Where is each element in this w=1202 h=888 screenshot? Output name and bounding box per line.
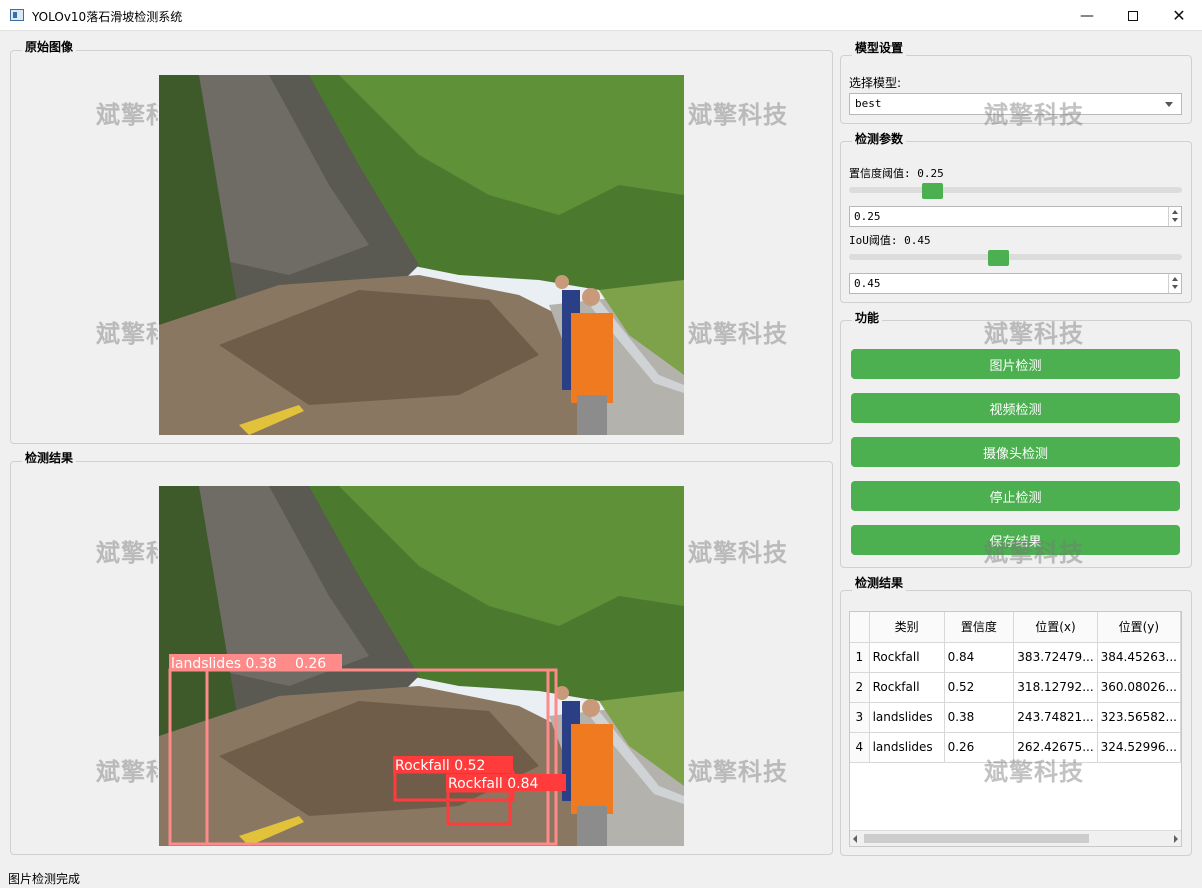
- minimize-button[interactable]: —: [1064, 0, 1110, 31]
- model-select-label: 选择模型:: [849, 76, 902, 90]
- iou-slider-handle[interactable]: [988, 250, 1010, 266]
- cell-class[interactable]: landslides: [869, 702, 945, 733]
- conf-spinbox[interactable]: 0.25: [849, 206, 1182, 227]
- stop-detect-button[interactable]: 停止检测: [851, 481, 1180, 511]
- save-results-button[interactable]: 保存结果: [851, 525, 1180, 555]
- iou-spinbox-value: 0.45: [854, 277, 881, 290]
- row-number[interactable]: 1: [850, 642, 870, 673]
- column-header-y[interactable]: 位置(y): [1097, 612, 1181, 643]
- conf-slider-handle[interactable]: [921, 183, 943, 199]
- video-detect-button[interactable]: 视频检测: [851, 393, 1180, 423]
- table-row[interactable]: 3 landslides 0.38 243.74821... 323.56582…: [850, 702, 1181, 733]
- cell-x[interactable]: 262.42675...: [1013, 732, 1098, 763]
- cell-confidence[interactable]: 0.38: [944, 702, 1015, 733]
- cell-x[interactable]: 243.74821...: [1013, 702, 1098, 733]
- result-image-title: 检测结果: [22, 449, 77, 466]
- table-row[interactable]: 4 landslides 0.26 262.42675... 324.52996…: [850, 732, 1181, 763]
- detection-label-rockfall-084: Rockfall 0.84: [448, 776, 538, 792]
- status-text: 图片检测完成: [8, 872, 81, 886]
- cell-confidence[interactable]: 0.52: [944, 672, 1015, 703]
- scrollbar-thumb[interactable]: [864, 834, 1089, 843]
- detection-label-landslides-026: 0.26: [295, 656, 326, 672]
- cell-y[interactable]: 323.56582...: [1097, 702, 1181, 733]
- iou-slider-track[interactable]: [849, 254, 1182, 260]
- cell-confidence[interactable]: 0.26: [944, 732, 1015, 763]
- spin-up-icon[interactable]: [1172, 210, 1178, 214]
- spin-down-icon[interactable]: [1172, 285, 1178, 289]
- column-header-class[interactable]: 类别: [869, 612, 945, 643]
- table-horizontal-scrollbar[interactable]: [850, 830, 1181, 846]
- conf-slider-track[interactable]: [849, 187, 1182, 193]
- original-image-title: 原始图像: [22, 38, 77, 55]
- conf-threshold-label: 置信度阈值: 0.25: [849, 167, 944, 180]
- scroll-right-icon[interactable]: [1174, 835, 1178, 843]
- chevron-down-icon: [1165, 102, 1173, 107]
- iou-spinbox-buttons[interactable]: [1168, 274, 1181, 293]
- table-header-row: 类别 置信度 位置(x) 位置(y): [850, 612, 1181, 643]
- result-image: landslides 0.38 0.26 Rockfall 0.52 Rockf…: [159, 486, 684, 846]
- original-image: [159, 75, 684, 435]
- cell-class[interactable]: Rockfall: [869, 672, 945, 703]
- column-header-x[interactable]: 位置(x): [1013, 612, 1098, 643]
- iou-threshold-label: IoU阈值: 0.45: [849, 234, 931, 247]
- scroll-left-icon[interactable]: [853, 835, 857, 843]
- column-header-confidence[interactable]: 置信度: [944, 612, 1015, 643]
- close-button[interactable]: ✕: [1156, 0, 1202, 31]
- table-row[interactable]: 1 Rockfall 0.84 383.72479... 384.45263..…: [850, 642, 1181, 673]
- spin-down-icon[interactable]: [1172, 218, 1178, 222]
- close-icon: ✕: [1172, 6, 1186, 25]
- cell-class[interactable]: landslides: [869, 732, 945, 763]
- model-select-value: best: [855, 97, 882, 110]
- cell-class[interactable]: Rockfall: [869, 642, 945, 673]
- conf-spinbox-buttons[interactable]: [1168, 207, 1181, 226]
- conf-spinbox-value: 0.25: [854, 210, 881, 223]
- table-corner[interactable]: [850, 612, 870, 643]
- app-icon: [10, 9, 24, 21]
- spin-up-icon[interactable]: [1172, 277, 1178, 281]
- original-scene: [159, 75, 684, 435]
- maximize-button[interactable]: [1110, 0, 1156, 31]
- image-detect-button[interactable]: 图片检测: [851, 349, 1180, 379]
- row-number[interactable]: 3: [850, 702, 870, 733]
- table-row[interactable]: 2 Rockfall 0.52 318.12792... 360.08026..…: [850, 672, 1181, 703]
- detection-params-title: 检测参数: [852, 130, 907, 147]
- result-scene: landslides 0.38 0.26 Rockfall 0.52 Rockf…: [159, 486, 684, 846]
- status-bar: 图片检测完成: [0, 866, 1202, 888]
- detection-label-rockfall-052: Rockfall 0.52: [395, 758, 485, 774]
- cell-y[interactable]: 324.52996...: [1097, 732, 1181, 763]
- cell-confidence[interactable]: 0.84: [944, 642, 1015, 673]
- camera-detect-button[interactable]: 摄像头检测: [851, 437, 1180, 467]
- row-number[interactable]: 4: [850, 732, 870, 763]
- cell-y[interactable]: 360.08026...: [1097, 672, 1181, 703]
- minimize-icon: —: [1080, 7, 1094, 24]
- iou-spinbox[interactable]: 0.45: [849, 273, 1182, 294]
- model-select[interactable]: best: [849, 93, 1182, 115]
- cell-x[interactable]: 383.72479...: [1013, 642, 1098, 673]
- functions-title: 功能: [852, 309, 883, 326]
- model-settings-title: 模型设置: [852, 39, 907, 56]
- title-bar: YOLOv10落石滑坡检测系统 — ✕: [0, 0, 1202, 31]
- results-table[interactable]: 类别 置信度 位置(x) 位置(y) 1 Rockfall 0.84 383.7…: [849, 611, 1182, 847]
- window-title: YOLOv10落石滑坡检测系统: [32, 10, 183, 24]
- maximize-icon: [1128, 10, 1138, 21]
- row-number[interactable]: 2: [850, 672, 870, 703]
- cell-x[interactable]: 318.12792...: [1013, 672, 1098, 703]
- results-title: 检测结果: [852, 574, 907, 591]
- detection-label-landslides-038: landslides 0.38: [171, 656, 277, 672]
- cell-y[interactable]: 384.45263...: [1097, 642, 1181, 673]
